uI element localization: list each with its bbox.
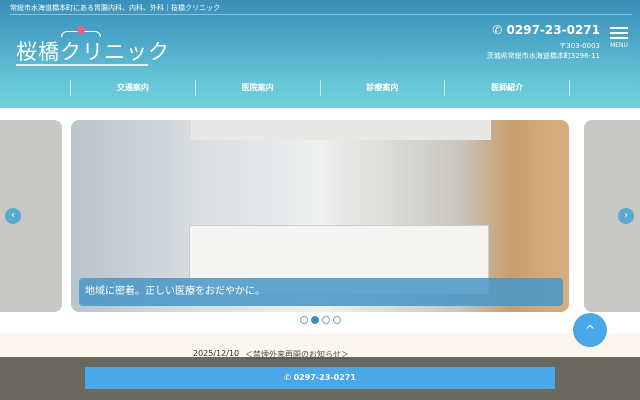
address: 茨城県常総市水海道橋本町3296-11 xyxy=(486,52,600,60)
phone-icon: ✆ xyxy=(284,373,294,382)
logo-underline xyxy=(16,64,148,66)
main-nav: 交通案内 医院案内 診療案内 医師紹介 xyxy=(70,80,570,96)
logo[interactable]: 桜橋クリニック xyxy=(16,26,169,66)
hero-slider: 地域に密着。正しい医療をおだやかに。 ‹ › xyxy=(0,120,640,312)
site-header: 常総市水海道橋本町にある胃腸内科、内科、外科｜桜橋クリニック 桜橋クリニック ✆… xyxy=(0,0,640,108)
ceiling xyxy=(191,120,491,140)
hamburger-icon xyxy=(610,27,628,29)
nav-access[interactable]: 交通案内 xyxy=(70,80,195,96)
slider-dot-active[interactable] xyxy=(311,316,319,324)
slider-dot[interactable] xyxy=(333,316,341,324)
slider-dot[interactable] xyxy=(300,316,308,324)
prev-arrow-icon[interactable]: ‹ xyxy=(5,208,21,224)
slide-caption: 地域に密着。正しい医療をおだやかに。 xyxy=(79,278,563,306)
phone-icon: ✆ xyxy=(492,23,507,37)
nav-doctor[interactable]: 医師紹介 xyxy=(444,80,570,96)
logo-text: 桜橋クリニック xyxy=(16,40,170,64)
zip-code: 〒303-0003 xyxy=(559,42,600,50)
slider-dot[interactable] xyxy=(322,316,330,324)
menu-label: MENU xyxy=(610,42,628,49)
back-to-top-button[interactable]: ^ xyxy=(573,313,607,347)
phone-number: 0297-23-0271 xyxy=(506,23,600,37)
nav-clinic[interactable]: 医院案内 xyxy=(194,80,320,96)
next-arrow-icon[interactable]: › xyxy=(618,208,634,224)
slide-image: 地域に密着。正しい医療をおだやかに。 xyxy=(71,120,569,312)
nav-treatment[interactable]: 診療案内 xyxy=(319,80,445,96)
divider xyxy=(10,14,632,15)
sakura-icon xyxy=(77,26,85,34)
call-button[interactable]: ✆ 0297-23-0271 xyxy=(85,367,555,389)
header-phone[interactable]: ✆ 0297-23-0271 xyxy=(492,23,600,37)
menu-button[interactable]: MENU xyxy=(608,24,630,49)
call-number: 0297-23-0271 xyxy=(293,373,356,382)
tagline: 常総市水海道橋本町にある胃腸内科、内科、外科｜桜橋クリニック xyxy=(10,4,220,12)
slider-dots xyxy=(300,316,341,324)
